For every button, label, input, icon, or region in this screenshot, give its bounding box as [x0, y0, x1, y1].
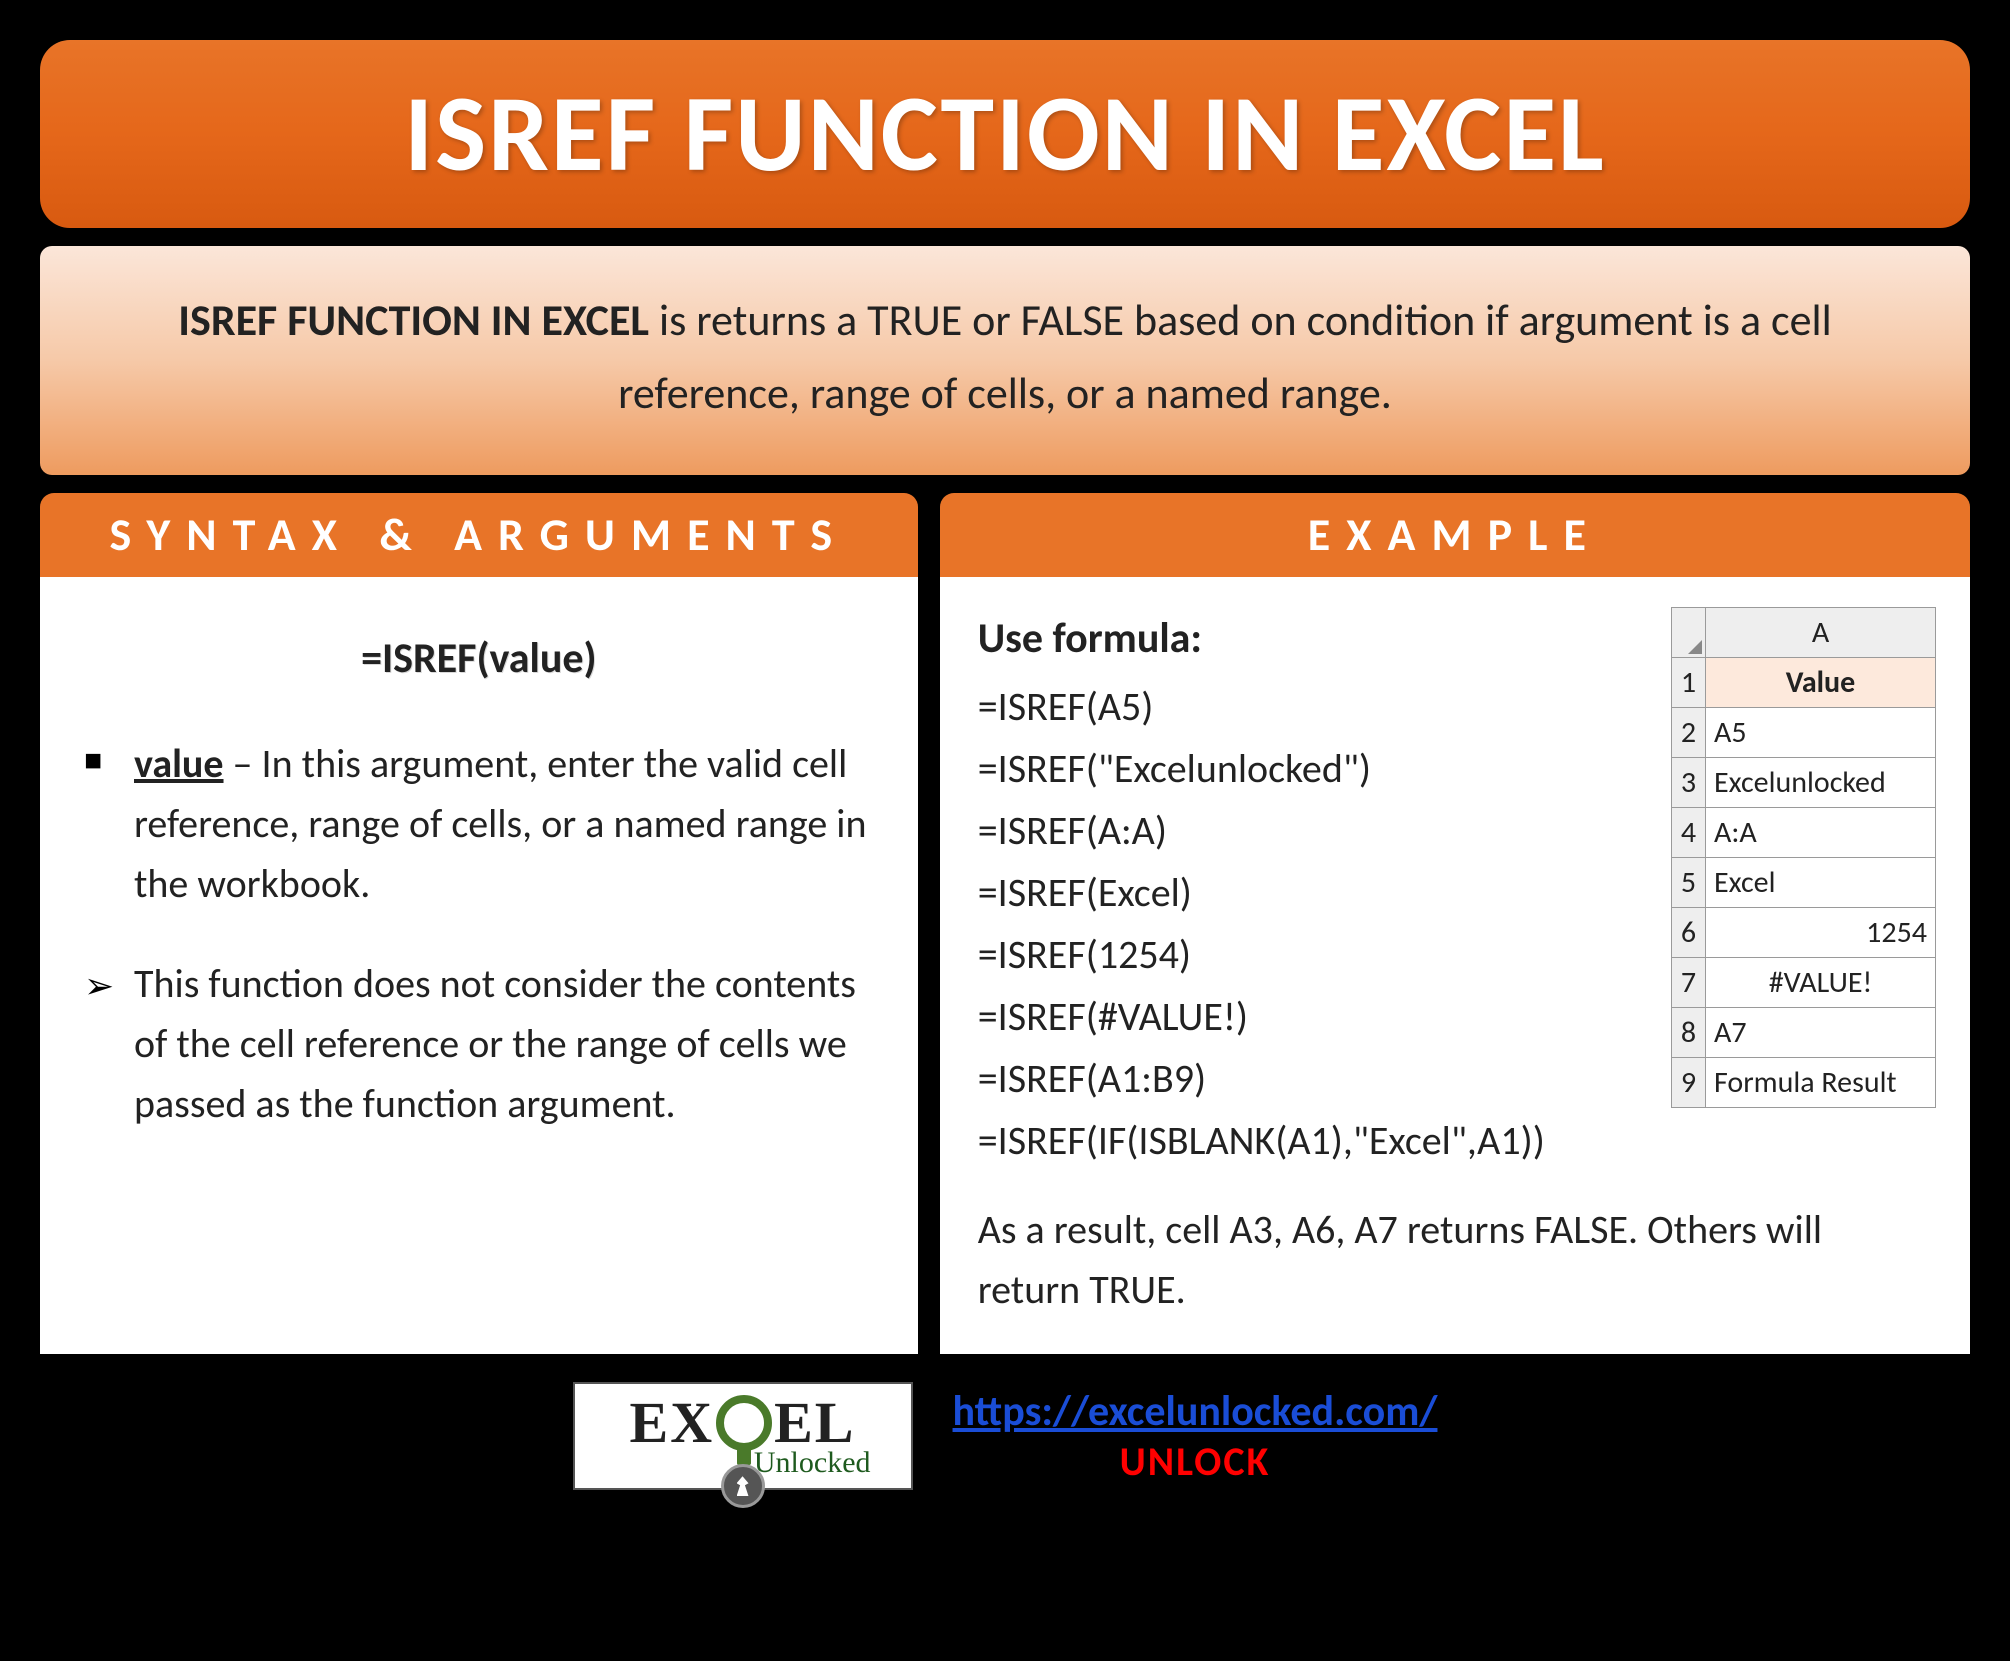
value-argument-row: value – In this argument, enter the vali…: [84, 734, 874, 914]
row-number: 4: [1672, 808, 1706, 858]
footer-right: https://excelunlocked.com/ UNLOCK: [953, 1386, 1438, 1486]
title-banner: ISREF FUNCTION IN EXCEL: [40, 40, 1970, 228]
row-number: 5: [1672, 858, 1706, 908]
table-row: 61254: [1672, 908, 1936, 958]
unlock-label: UNLOCK: [1120, 1437, 1271, 1486]
excel-mini-table: A 1Value 2A5 3Excelunlocked 4A:A 5Excel …: [1671, 607, 1936, 1108]
website-link[interactable]: https://excelunlocked.com/: [953, 1386, 1438, 1437]
logo-text: EX EL: [630, 1394, 856, 1452]
magnifier-icon: [716, 1395, 772, 1451]
square-bullet-icon: [84, 734, 134, 788]
table-cell: 1254: [1706, 908, 1936, 958]
row-number: 8: [1672, 1008, 1706, 1058]
syntax-column: SYNTAX & ARGUMENTS =ISREF(value) value –…: [40, 493, 918, 1354]
column-header-a: A: [1706, 608, 1936, 658]
description-text: is returns a TRUE or FALSE based on cond…: [618, 293, 1832, 420]
syntax-body: =ISREF(value) value – In this argument, …: [40, 577, 918, 1354]
logo-mid: EL: [774, 1394, 855, 1452]
table-cell: Excelunlocked: [1706, 758, 1936, 808]
value-sep: –: [224, 739, 262, 788]
row-number: 2: [1672, 708, 1706, 758]
page-title: ISREF FUNCTION IN EXCEL: [80, 68, 1930, 200]
value-label: value: [134, 739, 224, 788]
formula-line: =ISREF(IF(ISBLANK(A1),"Excel",A1)): [978, 1110, 1932, 1172]
example-result-text: As a result, cell A3, A6, A7 returns FAL…: [978, 1200, 1932, 1320]
table-row: 8A7: [1672, 1008, 1936, 1058]
logo-pre: EX: [630, 1394, 715, 1452]
example-body: Use formula: =ISREF(A5) =ISREF("Excelunl…: [940, 577, 1970, 1354]
table-cell: A7: [1706, 1008, 1936, 1058]
table-row: 4A:A: [1672, 808, 1936, 858]
value-argument-text: value – In this argument, enter the vali…: [134, 734, 874, 914]
infographic-container: ISREF FUNCTION IN EXCEL ISREF FUNCTION I…: [40, 40, 1970, 1490]
example-column: EXAMPLE Use formula: =ISREF(A5) =ISREF("…: [940, 493, 1970, 1354]
footer: EX EL Unlocked https://excelunlocked.com…: [40, 1382, 1970, 1490]
table-row: 9Formula Result: [1672, 1058, 1936, 1108]
row-number: 6: [1672, 908, 1706, 958]
table-row: 5Excel: [1672, 858, 1936, 908]
description-lead: ISREF FUNCTION IN EXCEL: [178, 293, 649, 347]
syntax-note-row: This function does not consider the cont…: [84, 954, 874, 1134]
table-cell: #VALUE!: [1706, 958, 1936, 1008]
table-cell: Formula Result: [1706, 1058, 1936, 1108]
table-cell: Excel: [1706, 858, 1936, 908]
example-header: EXAMPLE: [940, 493, 1970, 577]
row-number: 3: [1672, 758, 1706, 808]
keyhole-icon: [721, 1464, 765, 1508]
arrow-bullet-icon: [84, 954, 134, 1019]
columns: SYNTAX & ARGUMENTS =ISREF(value) value –…: [40, 493, 1970, 1354]
table-cell: Value: [1706, 658, 1936, 708]
table-row: 2A5: [1672, 708, 1936, 758]
syntax-header: SYNTAX & ARGUMENTS: [40, 493, 918, 577]
row-number: 9: [1672, 1058, 1706, 1108]
table-row: 1Value: [1672, 658, 1936, 708]
table-row: 7#VALUE!: [1672, 958, 1936, 1008]
logo-subtext: Unlocked: [754, 1446, 891, 1480]
syntax-note-text: This function does not consider the cont…: [134, 954, 874, 1134]
description-banner: ISREF FUNCTION IN EXCEL is returns a TRU…: [40, 246, 1970, 475]
table-corner-icon: [1672, 608, 1706, 658]
logo: EX EL Unlocked: [573, 1382, 913, 1490]
row-number: 7: [1672, 958, 1706, 1008]
syntax-formula: =ISREF(value): [84, 627, 874, 690]
row-number: 1: [1672, 658, 1706, 708]
table-row: 3Excelunlocked: [1672, 758, 1936, 808]
table-cell: A5: [1706, 708, 1936, 758]
table-cell: A:A: [1706, 808, 1936, 858]
